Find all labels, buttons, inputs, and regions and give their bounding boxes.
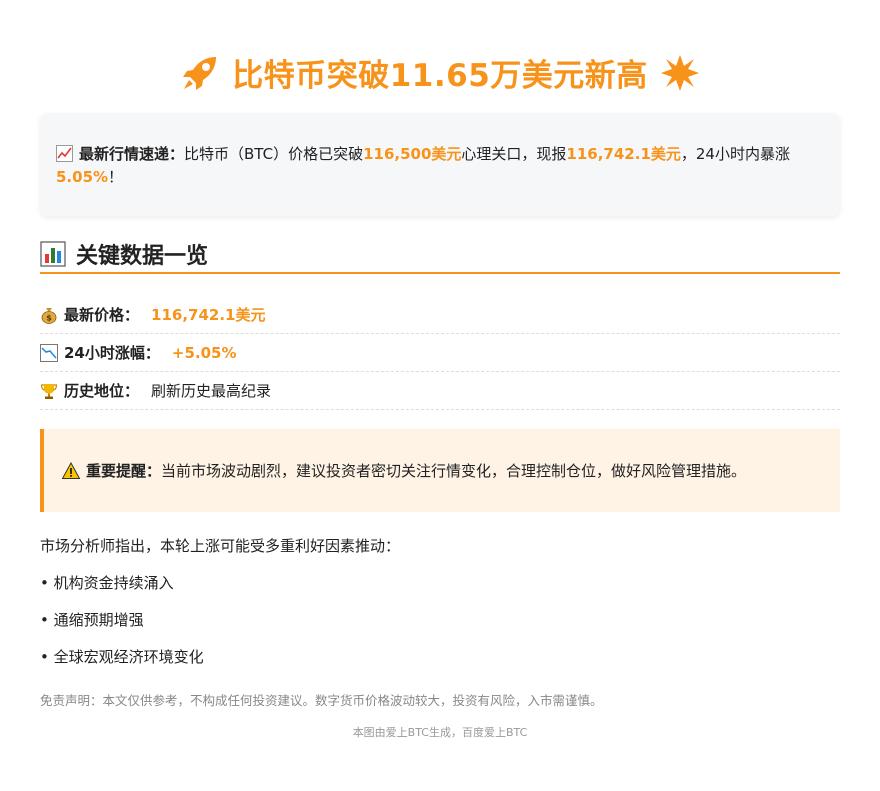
- chart-increasing-icon: [56, 145, 73, 162]
- data-label: 历史地位：: [64, 382, 140, 400]
- news-highlight-1: 116,500美元: [363, 145, 462, 163]
- list-item: 历史地位： 刷新历史最高纪录: [40, 372, 840, 410]
- starburst-icon: [660, 54, 699, 91]
- news-highlight-2: 116,742.1美元: [566, 145, 681, 163]
- section-header: 关键数据一览: [40, 236, 840, 274]
- bar-chart-icon: [40, 241, 66, 267]
- data-label: 最新价格：: [64, 306, 140, 324]
- footer-credit: 本图由爱上BTC生成，百度爱上BTC: [352, 726, 528, 739]
- data-value: 刷新历史最高纪录: [151, 382, 272, 400]
- data-value: +5.05%: [171, 343, 237, 362]
- news-card: 最新行情速递：比特币（BTC）价格已突破116,500美元心理关口，现报116,…: [40, 113, 840, 216]
- section-title: 关键数据一览: [76, 244, 209, 269]
- page-title: 比特币突破11.65万美元新高: [232, 58, 648, 94]
- news-label: 最新行情速递：: [79, 145, 185, 163]
- data-value: 116,742.1美元: [151, 306, 266, 324]
- disclaimer: 免责声明：本文仅供参考，不构成任何投资建议。数字货币价格波动较大，投资有风险，入…: [40, 693, 603, 708]
- svg-text:$: $: [46, 313, 52, 322]
- news-text-1: 比特币（BTC）价格已突破: [184, 145, 364, 163]
- rocket-icon: [183, 56, 217, 90]
- list-item: $ 最新价格： 116,742.1美元: [40, 296, 840, 334]
- list-item: • 全球宏观经济环境变化: [40, 648, 204, 666]
- key-data-list: $ 最新价格： 116,742.1美元 24小时涨幅： +5.05% 历史地位：…: [40, 296, 840, 410]
- list-item: • 机构资金持续涌入: [40, 574, 174, 592]
- warning-box: 重要提醒： 当前市场波动剧烈，建议投资者密切关注行情变化，合理控制仓位，做好风险…: [40, 429, 840, 512]
- list-item: • 通缩预期增强: [40, 611, 144, 629]
- news-text-3: ，24小时内暴涨: [680, 145, 790, 163]
- chart-icon: [40, 343, 58, 362]
- news-highlight-3: 5.05%: [56, 168, 109, 186]
- warning-icon: [62, 461, 80, 479]
- page-title-row: 比特币突破11.65万美元新高: [0, 50, 880, 95]
- warning-label: 重要提醒：: [86, 462, 162, 480]
- trophy-icon: [40, 383, 58, 399]
- news-text-2: 心理关口，现报: [461, 145, 567, 163]
- list-item: 24小时涨幅： +5.05%: [40, 334, 840, 372]
- warning-text: 当前市场波动剧烈，建议投资者密切关注行情变化，合理控制仓位，做好风险管理措施。: [161, 462, 747, 480]
- money-bag-icon: $: [41, 307, 57, 324]
- news-text-4: ！: [108, 168, 124, 186]
- data-label: 24小时涨幅：: [64, 344, 160, 362]
- analysis-intro: 市场分析师指出，本轮上涨可能受多重利好因素推动：: [40, 537, 401, 555]
